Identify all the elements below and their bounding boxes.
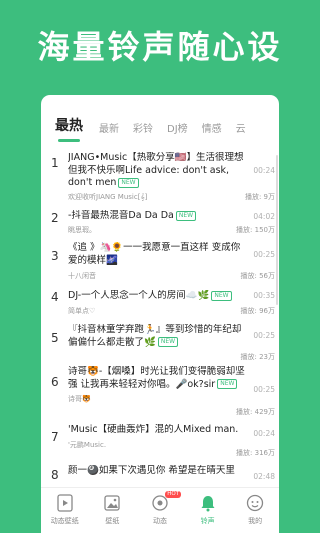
hot-badge: HOT <box>165 491 182 498</box>
list-item[interactable]: 1 JIANG•Music【热歌分享🇺🇸】生活很理想但我不快乐啊Life adv… <box>41 150 279 206</box>
new-badge: NEW <box>157 337 179 347</box>
rank-number: 5 <box>51 331 59 345</box>
play-count: 播放: 56万 <box>240 272 276 280</box>
list-item[interactable]: 7 'Music【硬曲轰炸】混的人Mixed man. 00:24 '元鹏Mus… <box>41 419 279 460</box>
song-title: -抖音最热混音Da Da Da NEW <box>68 210 246 223</box>
tab-emotion[interactable]: 情感 <box>202 120 222 135</box>
list-item[interactable]: 4 DJ-一个人思念一个人的房间☁️🌿 NEW 00:35 简单点♡ 播放: 96… <box>41 285 279 319</box>
list-item[interactable]: 3 《追 》🦄🌻一一我愿意一直这样 变成你爱的模样🌌 00:25 十八闲音 播放… <box>41 238 279 285</box>
nav-label: 动态 <box>152 517 167 525</box>
play-count: 播放: 96万 <box>240 307 276 315</box>
nav-video-wallpaper[interactable]: 动态壁纸 <box>41 488 89 533</box>
list-item[interactable]: 6 诗哥🐯-【烟嗓】时光让我们变得脆弱却坚强 让我再来轻轻对你唱。🎤ok?sir… <box>41 363 279 419</box>
play-count: 播放: 23万 <box>240 353 276 361</box>
duration: 00:24 <box>253 166 275 175</box>
tab-more[interactable]: 云 <box>236 120 246 135</box>
rank-number: 8 <box>51 468 59 482</box>
tab-ringback[interactable]: 彩铃 <box>133 120 153 135</box>
rank-number: 6 <box>51 375 59 389</box>
rank-number: 1 <box>51 156 59 170</box>
uploader: '元鹏Music. <box>68 441 107 449</box>
play-count: 播放: 9万 <box>244 193 275 201</box>
bell-icon <box>201 496 215 512</box>
nav-feed[interactable]: HOT 动态 <box>136 488 184 533</box>
uploader: 眺思瑕。 <box>68 226 96 234</box>
active-tab-indicator <box>58 139 80 142</box>
play-count: 播放: 150万 <box>236 226 275 234</box>
nav-label: 铃声 <box>200 517 215 525</box>
image-wallpaper-icon <box>104 495 121 511</box>
promo-headline: 海量铃声随心设 <box>37 28 283 66</box>
nav-label: 我的 <box>248 517 263 525</box>
rank-number: 4 <box>51 290 59 304</box>
tab-hottest[interactable]: 最热 <box>55 115 83 135</box>
song-title: 颜一🎱如果下次遇见你 希望是在晴天里 <box>68 465 235 476</box>
duration: 04:02 <box>253 212 275 221</box>
rank-number: 2 <box>51 211 59 225</box>
song-title: DJ-一个人思念一个人的房间☁️🌿 NEW <box>68 290 246 303</box>
profile-icon <box>247 494 264 512</box>
tab-dj-chart[interactable]: DJ榜 <box>167 120 188 135</box>
nav-label: 动态壁纸 <box>50 517 79 525</box>
duration: 00:35 <box>253 291 275 300</box>
song-title: 『抖音林童学弃跑🏃』等到珍惜的年纪却偏偏什么都走散了🌿 NEW <box>68 324 242 348</box>
song-title: 诗哥🐯-【烟嗓】时光让我们变得脆弱却坚强 让我再来轻轻对你唱。🎤ok?sir NE… <box>68 366 245 390</box>
list-item[interactable]: 2 -抖音最热混音Da Da Da NEW 04:02 眺思瑕。 播放: 150万 <box>41 206 279 238</box>
new-badge: NEW <box>217 379 238 389</box>
uploader: 欢迎收听JIANG Music[𝄞] <box>68 193 148 201</box>
song-title: 《追 》🦄🌻一一我愿意一直这样 变成你爱的模样🌌 <box>68 242 241 266</box>
duration: 00:25 <box>253 331 275 340</box>
video-wallpaper-icon <box>57 494 73 512</box>
new-badge: NEW <box>175 210 197 221</box>
list-item[interactable]: 8 颜一🎱如果下次遇见你 希望是在晴天里 02:48 <box>41 460 279 490</box>
nav-label: 壁纸 <box>105 517 120 525</box>
scrollbar[interactable] <box>276 155 278 305</box>
play-count: 播放: 316万 <box>236 449 275 457</box>
uploader: 简单点♡ <box>68 307 96 315</box>
song-title: 'Music【硬曲轰炸】混的人Mixed man. <box>68 424 239 435</box>
nav-ringtone[interactable]: 铃声 <box>184 488 232 533</box>
tab-newest[interactable]: 最新 <box>99 120 119 135</box>
duration: 02:48 <box>253 472 275 481</box>
nav-wallpaper[interactable]: 壁纸 <box>89 488 137 533</box>
phone-screen: 最热 最新 彩铃 DJ榜 情感 云 1 JIANG•Music【热歌分享🇺🇸】生… <box>41 95 279 533</box>
song-title: JIANG•Music【热歌分享🇺🇸】生活很理想但我不快乐啊Life advic… <box>68 152 244 188</box>
ringtone-list: 1 JIANG•Music【热歌分享🇺🇸】生活很理想但我不快乐啊Life adv… <box>41 150 279 490</box>
duration: 00:25 <box>253 385 275 394</box>
rank-number: 7 <box>51 430 59 444</box>
play-count: 播放: 429万 <box>236 408 275 416</box>
duration: 00:24 <box>253 429 275 438</box>
new-badge: NEW <box>211 290 232 301</box>
new-badge: NEW <box>118 177 139 188</box>
uploader: 诗哥🐯 <box>68 395 91 403</box>
category-tabs: 最热 最新 彩铃 DJ榜 情感 云 <box>41 113 279 135</box>
bottom-nav: 动态壁纸 壁纸 HOT 动态 铃声 我的 <box>41 487 279 533</box>
rank-number: 3 <box>51 249 59 263</box>
uploader: 十八闲音 <box>68 272 96 280</box>
nav-profile[interactable]: 我的 <box>231 488 279 533</box>
duration: 00:25 <box>253 250 275 259</box>
list-item[interactable]: 5 『抖音林童学弃跑🏃』等到珍惜的年纪却偏偏什么都走散了🌿 NEW 00:25 播… <box>41 319 279 363</box>
